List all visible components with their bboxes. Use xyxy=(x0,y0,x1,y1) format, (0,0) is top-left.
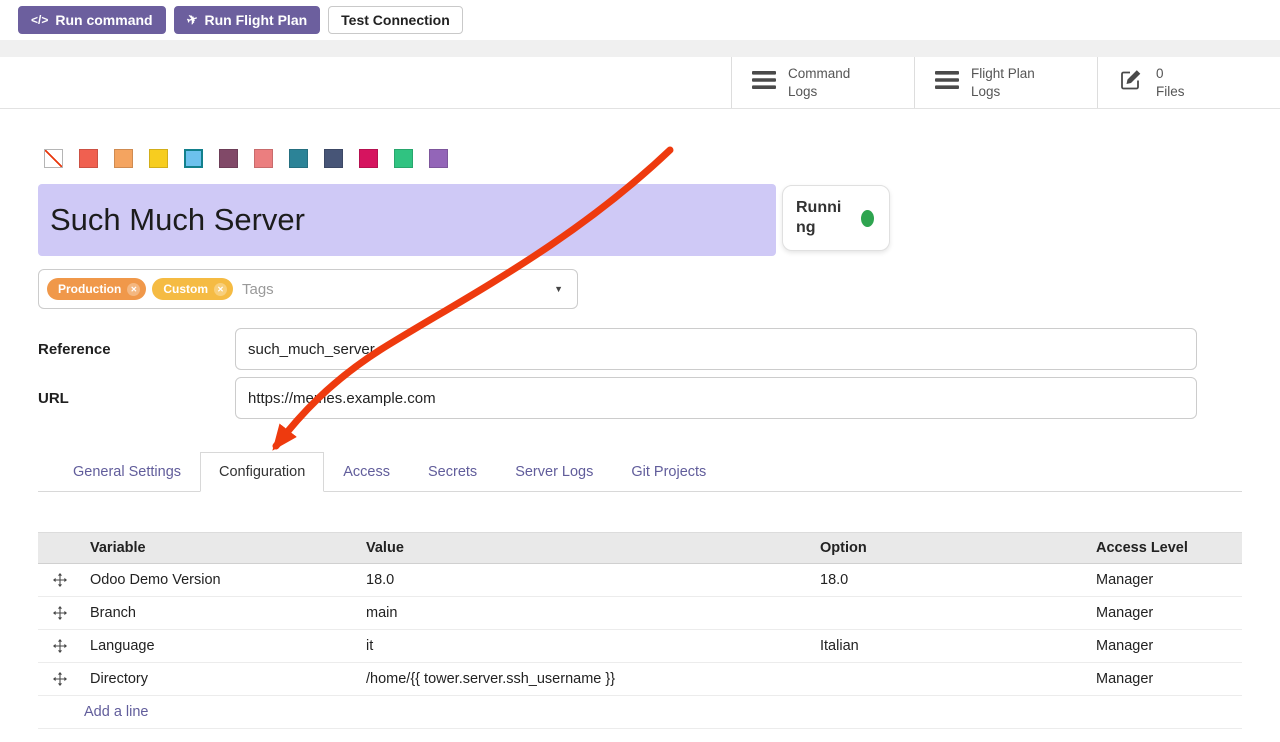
table-row: LanguageitItalianManager xyxy=(38,630,1242,663)
variable-cell[interactable]: Odoo Demo Version xyxy=(82,564,358,597)
page: </> Run command ✈ Run Flight Plan Test C… xyxy=(0,0,1280,729)
color-swatch-none[interactable] xyxy=(44,149,63,168)
tag-label: Custom xyxy=(163,282,208,296)
code-icon: </> xyxy=(31,13,48,27)
tab-configuration[interactable]: Configuration xyxy=(200,452,324,492)
table-row: Directory/home/{{ tower.server.ssh_usern… xyxy=(38,663,1242,696)
value-cell[interactable]: it xyxy=(358,630,812,663)
url-input[interactable] xyxy=(235,377,1197,419)
color-swatch[interactable] xyxy=(254,149,273,168)
url-label: URL xyxy=(38,390,235,407)
run-flight-plan-button[interactable]: ✈ Run Flight Plan xyxy=(174,6,321,34)
drag-handle-icon[interactable] xyxy=(38,663,82,696)
command-logs-button[interactable]: CommandLogs xyxy=(731,57,914,108)
option-cell[interactable] xyxy=(812,597,1088,630)
tab-general-settings[interactable]: General Settings xyxy=(54,452,200,492)
test-connection-label: Test Connection xyxy=(341,12,450,28)
color-swatch[interactable] xyxy=(149,149,168,168)
files-label: 0Files xyxy=(1156,65,1185,100)
edit-icon xyxy=(1118,68,1144,97)
access-level-cell[interactable]: Manager xyxy=(1088,564,1242,597)
server-name-input[interactable]: Such Much Server xyxy=(38,184,776,256)
tag-pill: Production ✕ xyxy=(47,278,146,300)
tag-label: Production xyxy=(58,282,121,296)
color-swatch[interactable] xyxy=(289,149,308,168)
flight-plan-logs-button[interactable]: Flight PlanLogs xyxy=(914,57,1097,108)
column-header-variable[interactable]: Variable xyxy=(82,533,358,564)
color-swatch[interactable] xyxy=(359,149,378,168)
tag-remove-icon[interactable]: ✕ xyxy=(127,283,140,296)
tab-server-logs[interactable]: Server Logs xyxy=(496,452,612,492)
drag-handle-icon[interactable] xyxy=(38,564,82,597)
run-flight-plan-label: Run Flight Plan xyxy=(205,12,308,28)
paper-plane-icon: ✈ xyxy=(184,11,199,30)
config-table: Variable Value Option Access Level Odoo … xyxy=(38,532,1242,729)
color-swatch[interactable] xyxy=(184,149,203,168)
main-content: Such Much Server Running Production✕Cust… xyxy=(0,149,1280,729)
variable-cell[interactable]: Language xyxy=(82,630,358,663)
table-row: Branchmain Manager xyxy=(38,597,1242,630)
drag-handle-icon[interactable] xyxy=(38,630,82,663)
add-a-line-link[interactable]: Add a line xyxy=(46,704,149,720)
top-toolbar: </> Run command ✈ Run Flight Plan Test C… xyxy=(0,0,1280,40)
title-row: Such Much Server Running xyxy=(38,184,1242,256)
value-cell[interactable]: main xyxy=(358,597,812,630)
column-header-option[interactable]: Option xyxy=(812,533,1088,564)
access-level-cell[interactable]: Manager xyxy=(1088,597,1242,630)
test-connection-button[interactable]: Test Connection xyxy=(328,6,463,34)
access-level-cell[interactable]: Manager xyxy=(1088,630,1242,663)
tags-placeholder: Tags xyxy=(242,281,274,298)
reference-input[interactable] xyxy=(235,328,1197,370)
add-line-row: Add a line xyxy=(38,696,1242,729)
flight-plan-logs-label: Flight PlanLogs xyxy=(971,65,1035,100)
tags-list: Production ✕ Custom ✕ xyxy=(47,278,233,300)
color-swatch[interactable] xyxy=(79,149,98,168)
tab-access[interactable]: Access xyxy=(324,452,409,492)
command-logs-label: CommandLogs xyxy=(788,65,850,100)
drag-handle-icon[interactable] xyxy=(38,597,82,630)
reference-field-row: Reference xyxy=(38,328,1197,370)
config-table-body: Odoo Demo Version18.018.0ManagerBranchma… xyxy=(38,564,1242,696)
tag-remove-icon[interactable]: ✕ xyxy=(214,283,227,296)
divider-strip xyxy=(0,40,1280,57)
option-cell[interactable]: 18.0 xyxy=(812,564,1088,597)
menu-icon xyxy=(935,70,959,95)
column-header-value[interactable]: Value xyxy=(358,533,812,564)
option-cell[interactable] xyxy=(812,663,1088,696)
variable-cell[interactable]: Directory xyxy=(82,663,358,696)
value-cell[interactable]: 18.0 xyxy=(358,564,812,597)
table-header-row: Variable Value Option Access Level xyxy=(38,533,1242,564)
variable-cell[interactable]: Branch xyxy=(82,597,358,630)
url-field-row: URL xyxy=(38,377,1197,419)
table-row: Odoo Demo Version18.018.0Manager xyxy=(38,564,1242,597)
color-swatch[interactable] xyxy=(219,149,238,168)
color-swatch[interactable] xyxy=(114,149,133,168)
color-palette xyxy=(44,149,1242,168)
server-name: Such Much Server xyxy=(50,202,305,238)
color-swatch[interactable] xyxy=(429,149,448,168)
tabs-bar: General SettingsConfigurationAccessSecre… xyxy=(38,452,1242,492)
column-header-access-level[interactable]: Access Level xyxy=(1088,533,1242,564)
header-stat-row: CommandLogs Flight PlanLogs 0Files xyxy=(0,57,1280,109)
files-button[interactable]: 0Files xyxy=(1097,57,1280,108)
option-cell[interactable]: Italian xyxy=(812,630,1088,663)
tab-secrets[interactable]: Secrets xyxy=(409,452,496,492)
reference-label: Reference xyxy=(38,341,235,358)
tags-field[interactable]: Production ✕ Custom ✕ Tags ▼ xyxy=(38,269,578,309)
status-label: Running xyxy=(796,198,848,238)
color-swatch[interactable] xyxy=(394,149,413,168)
handle-column-header xyxy=(38,533,82,564)
run-command-label: Run command xyxy=(55,12,152,28)
value-cell[interactable]: /home/{{ tower.server.ssh_username }} xyxy=(358,663,812,696)
tag-pill: Custom ✕ xyxy=(152,278,233,300)
access-level-cell[interactable]: Manager xyxy=(1088,663,1242,696)
menu-icon xyxy=(752,70,776,95)
status-button[interactable]: Running xyxy=(782,185,890,251)
run-command-button[interactable]: </> Run command xyxy=(18,6,166,34)
tab-git-projects[interactable]: Git Projects xyxy=(612,452,725,492)
color-swatch[interactable] xyxy=(324,149,343,168)
chevron-down-icon[interactable]: ▼ xyxy=(554,284,563,294)
status-dot xyxy=(861,210,874,227)
